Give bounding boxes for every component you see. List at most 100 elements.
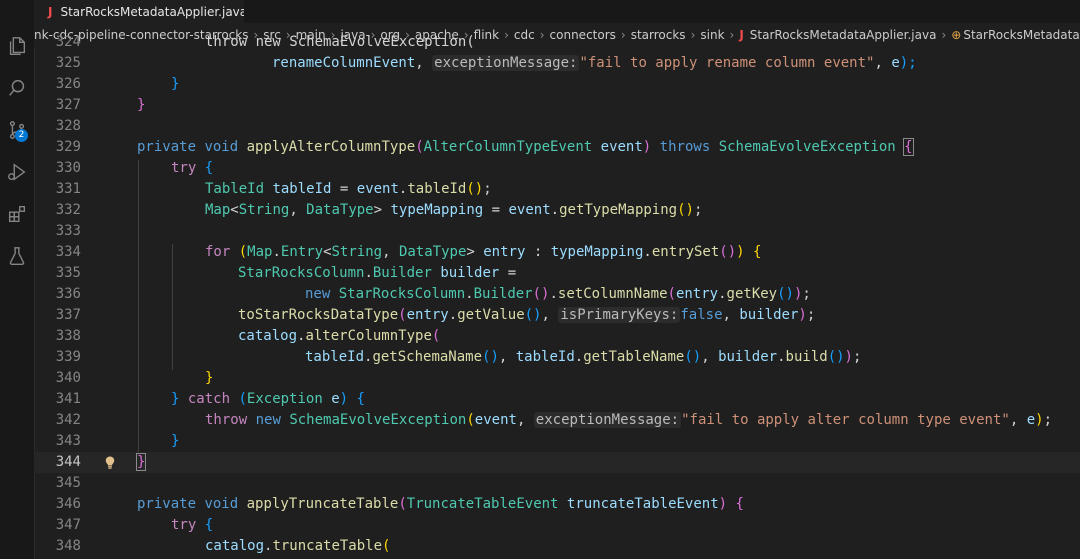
code-token: entry [483, 244, 526, 260]
code-token: void [204, 496, 239, 512]
search-icon[interactable] [0, 71, 34, 105]
code-line: 335 StarRocksColumn.Builder builder = [34, 263, 1080, 284]
code-token: applyTruncateTable [246, 496, 399, 512]
code-token: ) [1035, 412, 1044, 428]
line-number: 336 [55, 286, 81, 302]
code-token: , [541, 307, 559, 323]
code-token: ); [899, 55, 917, 71]
line-number: 335 [55, 265, 81, 281]
code-line: 342 throw new SchemaEvolveException(event… [34, 410, 1080, 431]
tab-title: StarRocksMetadataApplier.java [60, 4, 248, 19]
code-token: , [382, 244, 399, 260]
code-token: getTableName [583, 349, 685, 365]
code-token: StarRocksColumn [238, 265, 365, 281]
code-token: < [230, 202, 239, 218]
code-token: getValue [457, 307, 525, 323]
code-line: 343} [34, 431, 1080, 452]
code-token: = [331, 181, 357, 197]
code-token: ( [382, 538, 391, 554]
line-number: 342 [55, 412, 81, 428]
code-token: () [719, 244, 737, 260]
code-token: , [516, 412, 534, 428]
extensions-icon[interactable] [0, 197, 34, 231]
code-token: ( [431, 328, 441, 344]
code-token: ) [718, 496, 728, 512]
code-token: event [508, 202, 551, 218]
code-token: typeMapping [390, 202, 484, 218]
code-token: String [331, 244, 383, 260]
code-token: new [255, 412, 281, 428]
code-token: catalog [238, 328, 298, 344]
explorer-icon[interactable] [0, 29, 34, 63]
line-number: 329 [55, 139, 81, 155]
code-line: 345 [34, 473, 1080, 494]
code-token: . [549, 286, 558, 302]
code-token: ( [398, 307, 407, 323]
line-number: 324 [55, 34, 81, 50]
testing-icon[interactable] [0, 239, 34, 273]
code-token: throw [205, 412, 248, 428]
code-token: new [305, 286, 331, 302]
activity-bar: 2 [0, 0, 35, 559]
code-token: ( [238, 391, 247, 407]
code-line: 325 renameColumnEvent, exceptionMessage: "… [34, 53, 1080, 74]
code-token: } [137, 97, 146, 113]
editor-tab[interactable]: J StarRocksMetadataApplier.java [34, 0, 248, 23]
code-token: build [785, 349, 828, 365]
code-token: ) [642, 139, 652, 155]
code-token: builder [718, 349, 778, 365]
code-editor[interactable]: 324 throw new SchemaEvolveException ( 325 r… [34, 34, 1080, 559]
java-file-icon: J [48, 4, 53, 19]
code-token: } [135, 453, 147, 471]
line-number: 345 [55, 475, 81, 491]
code-line: 332 Map<String, DataType> typeMapping = e… [34, 200, 1080, 221]
code-token: String [238, 202, 290, 218]
code-token: alterColumnType [305, 328, 432, 344]
code-token: { [204, 160, 214, 176]
code-token: applyAlterColumnType [246, 139, 416, 155]
code-token: Exception [246, 391, 323, 407]
code-token: e [1026, 412, 1036, 428]
code-token: entry [406, 307, 449, 323]
run-debug-icon[interactable] [0, 155, 34, 189]
code-line-current: 344} [34, 452, 1080, 473]
code-token: toStarRocksDataType [238, 307, 399, 323]
code-line: 347 try { [34, 515, 1080, 536]
code-token: ( [667, 286, 676, 302]
tab-strip [244, 0, 1080, 23]
code-token: Map [205, 202, 231, 218]
code-token: ; [852, 349, 862, 365]
code-token: { [204, 517, 214, 533]
code-token: : [525, 244, 551, 260]
code-token: builder [440, 265, 500, 281]
code-token: () [532, 286, 550, 302]
code-token: > [373, 202, 383, 218]
line-number: 339 [55, 349, 81, 365]
code-line: 348 catalog.truncateTable( [34, 536, 1080, 557]
code-line: 331 TableId tableId = event.tableId(); [34, 179, 1080, 200]
code-token: e [891, 55, 900, 71]
code-token: for [205, 244, 231, 260]
line-number: 337 [55, 307, 81, 323]
code-token: getTypeMapping [559, 202, 678, 218]
code-token: truncateTable [272, 538, 383, 554]
parameter-hint: isPrimaryKeys: [558, 307, 681, 323]
code-token: . [272, 244, 281, 260]
code-token: , [1009, 412, 1027, 428]
code-token: > [466, 244, 475, 260]
code-token: ) [736, 244, 745, 260]
code-token: StarRocksColumn [338, 286, 466, 302]
code-token: . [718, 286, 727, 302]
code-line: 326} [34, 74, 1080, 95]
code-token: ( [398, 496, 407, 512]
code-line: 337 toStarRocksDataType(entry.getValue(),… [34, 305, 1080, 326]
line-number: 326 [55, 76, 81, 92]
line-number: 344 [55, 454, 81, 470]
code-line: 336 new StarRocksColumn.Builder().setColu… [34, 284, 1080, 305]
lightbulb-icon[interactable] [105, 456, 115, 469]
code-token: TruncateTableEvent [406, 496, 559, 512]
code-line: 334 for (Map.Entry<String, DataType> entr… [34, 242, 1080, 263]
code-token: SchemaEvolveException [289, 412, 467, 428]
code-token: private [137, 139, 197, 155]
code-token: } [171, 391, 180, 407]
